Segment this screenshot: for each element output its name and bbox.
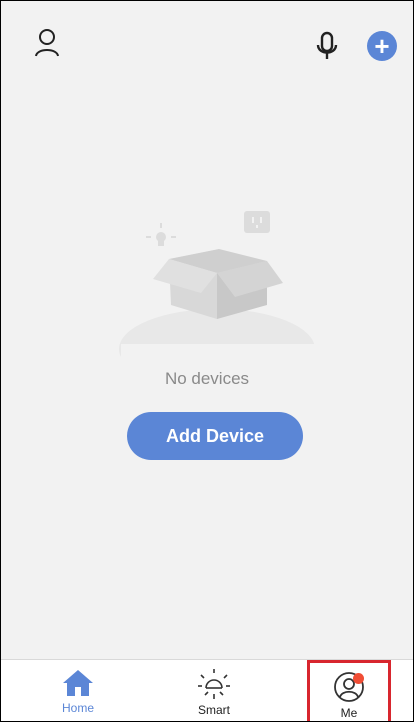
empty-state-message: No devices <box>164 369 250 388</box>
microphone-icon <box>316 31 338 59</box>
notification-badge <box>353 673 364 684</box>
voice-button[interactable] <box>313 29 341 63</box>
sun-icon <box>198 669 230 699</box>
empty-box-illustration <box>119 211 321 371</box>
tab-me-label: Me <box>340 706 358 720</box>
top-bar: + <box>1 1 413 81</box>
home-icon <box>63 670 93 696</box>
tab-me[interactable]: Me <box>307 660 391 721</box>
user-button[interactable] <box>29 25 65 61</box>
tab-smart-label: Smart <box>197 703 230 717</box>
add-device-button[interactable]: Add Device <box>127 412 303 460</box>
app-screen: + No devices Add Device Home Smart Me <box>0 0 414 722</box>
add-button[interactable]: + <box>367 31 397 61</box>
tab-smart[interactable]: Smart <box>162 660 266 721</box>
user-outline-icon <box>35 29 59 57</box>
bottom-tab-bar: Home Smart Me <box>1 659 413 721</box>
tab-home-label: Home <box>61 701 94 715</box>
plus-circle-icon: + <box>374 31 390 61</box>
tab-home[interactable]: Home <box>26 660 130 721</box>
